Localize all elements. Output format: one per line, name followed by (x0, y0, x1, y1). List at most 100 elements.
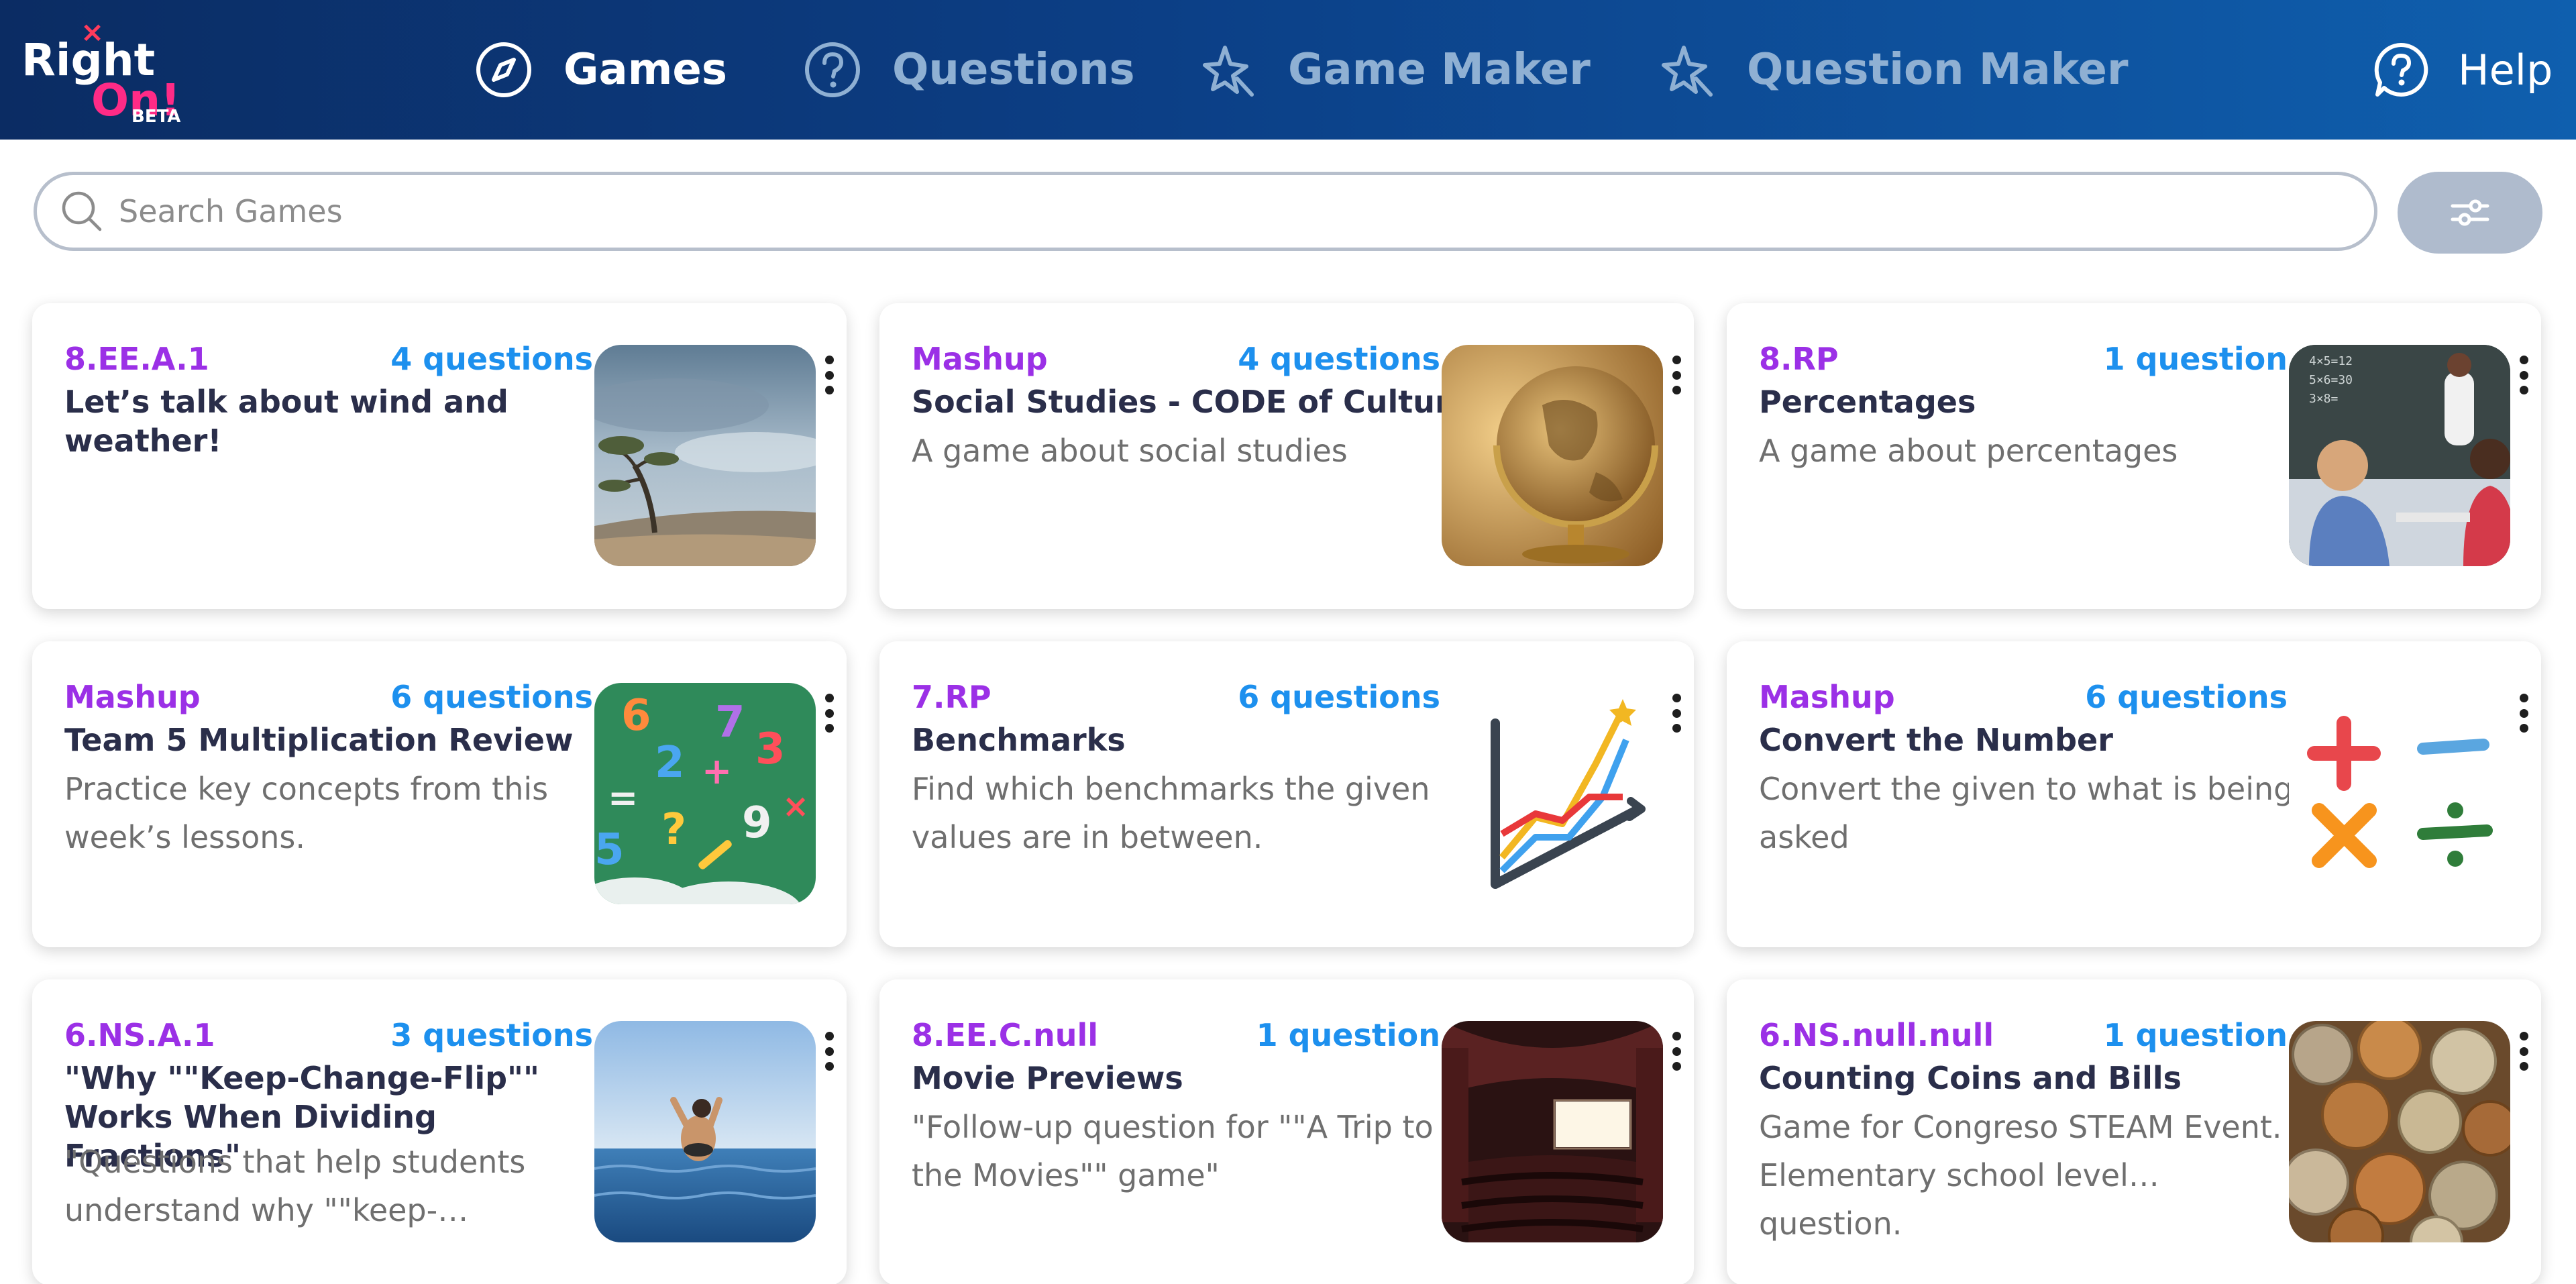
game-description: A game about percentages (1759, 433, 2178, 469)
magic-star-icon (1662, 46, 1713, 97)
help-bubble-icon (2374, 42, 2428, 97)
more-options-icon[interactable] (2516, 694, 2532, 733)
coins-image (2289, 1021, 2510, 1242)
game-card[interactable]: 8.RP 1 question Percentages A game about… (1727, 303, 2541, 609)
svg-text:×: × (782, 788, 809, 825)
game-card[interactable]: 8.EE.C.null 1 question Movie Previews "F… (879, 979, 1694, 1284)
search-icon (62, 191, 102, 231)
movie-theater-image (1442, 1021, 1663, 1242)
game-thumbnail (594, 1021, 816, 1242)
game-card[interactable]: Mashup 6 questions Team 5 Multiplication… (32, 641, 847, 947)
magic-star-icon (1203, 46, 1254, 97)
game-standard-code: Mashup (1759, 679, 1895, 715)
game-description: Practice key concepts from this week’s l… (64, 771, 549, 855)
game-description: Convert the given to what is being asked (1759, 771, 2294, 855)
rightOn-logo[interactable]: × Right On! BETA (19, 15, 193, 129)
game-card[interactable]: 7.RP 6 questions Benchmarks Find which b… (879, 641, 1694, 947)
svg-text:5×6=30: 5×6=30 (2309, 373, 2353, 387)
game-description: Find which benchmarks the given values a… (912, 771, 1430, 855)
game-thumbnail: 4×5=12 5×6=30 3×8= (2289, 345, 2510, 566)
svg-text:2: 2 (655, 738, 685, 788)
line-chart-icon (1442, 683, 1663, 904)
search-bar[interactable] (34, 172, 2377, 251)
game-thumbnail (1442, 345, 1663, 566)
nav-questions-label: Questions (892, 45, 1135, 95)
more-options-icon[interactable] (1668, 356, 1684, 394)
svg-text:4×5=12: 4×5=12 (2309, 354, 2353, 368)
game-title: Team 5 Multiplication Review (64, 722, 574, 758)
game-thumbnail (1442, 1021, 1663, 1242)
game-description: "Questions that help students understand… (64, 1144, 526, 1228)
game-card[interactable]: 6.NS.A.1 3 questions "Why ""Keep-Change-… (32, 979, 847, 1284)
game-description: A game about social studies (912, 433, 1348, 469)
nav-questions[interactable]: Questions (802, 38, 1135, 102)
svg-text:=: = (608, 777, 638, 819)
game-thumbnail (594, 345, 816, 566)
games-grid: 8.EE.A.1 4 questions Let’s talk about wi… (32, 303, 2544, 1284)
math-chalkboard-image: 6 7 3 2 + = ? 9 5 × (594, 683, 816, 904)
question-count: 3 questions (390, 1017, 593, 1053)
nav-game-maker-label: Game Maker (1288, 45, 1591, 95)
nav-question-maker[interactable]: Question Maker (1657, 38, 2129, 102)
sliders-icon (2451, 199, 2489, 226)
game-thumbnail: 6 7 3 2 + = ? 9 5 × (594, 683, 816, 904)
compass-icon (476, 42, 531, 97)
question-count: 6 questions (1238, 679, 1440, 715)
globe-image (1442, 345, 1663, 566)
svg-text:6: 6 (621, 691, 651, 741)
windswept-tree-image (594, 345, 816, 566)
game-card[interactable]: 6.NS.null.null 1 question Counting Coins… (1727, 979, 2541, 1284)
search-input[interactable] (119, 193, 2265, 229)
nav-question-maker-label: Question Maker (1747, 45, 2129, 95)
more-options-icon[interactable] (1668, 1032, 1684, 1071)
game-thumbnail (2289, 1021, 2510, 1242)
svg-text:3: 3 (755, 725, 786, 774)
more-options-icon[interactable] (821, 1032, 837, 1071)
svg-text:9: 9 (742, 798, 772, 848)
nav-help[interactable]: Help (2371, 38, 2553, 102)
game-standard-code: Mashup (64, 679, 201, 715)
game-title: Social Studies - CODE of Culture (912, 384, 1471, 420)
math-operators-icon (2289, 683, 2510, 904)
game-title: Movie Previews (912, 1060, 1183, 1096)
nav-game-maker[interactable]: Game Maker (1198, 38, 1591, 102)
game-standard-code: 7.RP (912, 679, 991, 715)
question-count: 4 questions (1238, 341, 1440, 377)
game-standard-code: 8.EE.C.null (912, 1017, 1099, 1053)
svg-text:3×8=: 3×8= (2309, 392, 2339, 406)
more-options-icon[interactable] (2516, 356, 2532, 394)
game-standard-code: 8.RP (1759, 341, 1839, 377)
game-title: Percentages (1759, 384, 1976, 420)
nav-games[interactable]: Games (474, 38, 727, 102)
ocean-jump-image (594, 1021, 816, 1242)
question-count: 1 question (1256, 1017, 1440, 1053)
game-card[interactable]: Mashup 6 questions Convert the Number Co… (1727, 641, 2541, 947)
game-card[interactable]: Mashup 4 questions Social Studies - CODE… (879, 303, 1694, 609)
question-count: 6 questions (390, 679, 593, 715)
svg-text:5: 5 (594, 825, 625, 875)
filter-button[interactable] (2398, 172, 2542, 254)
more-options-icon[interactable] (821, 694, 837, 733)
game-title: Benchmarks (912, 722, 1126, 758)
classroom-image: 4×5=12 5×6=30 3×8= (2289, 345, 2510, 566)
svg-text:7: 7 (715, 698, 745, 747)
question-count: 4 questions (390, 341, 593, 377)
svg-text:BETA: BETA (131, 107, 180, 127)
top-nav-bar: × Right On! BETA Games Questions Game Ma… (0, 0, 2576, 140)
question-count: 1 question (2103, 341, 2288, 377)
question-circle-icon (805, 42, 860, 97)
svg-text:+: + (702, 750, 732, 792)
game-description: Game for Congreso STEAM Event. Elementar… (1759, 1109, 2282, 1242)
game-standard-code: 6.NS.null.null (1759, 1017, 1994, 1053)
game-thumbnail (2289, 683, 2510, 904)
game-standard-code: 8.EE.A.1 (64, 341, 209, 377)
question-count: 1 question (2103, 1017, 2288, 1053)
game-title: Counting Coins and Bills (1759, 1060, 2182, 1096)
more-options-icon[interactable] (1668, 694, 1684, 733)
more-options-icon[interactable] (821, 356, 837, 394)
game-title: Let’s talk about wind and weather! (64, 384, 508, 459)
game-title: Convert the Number (1759, 722, 2113, 758)
game-card[interactable]: 8.EE.A.1 4 questions Let’s talk about wi… (32, 303, 847, 609)
more-options-icon[interactable] (2516, 1032, 2532, 1071)
nav-games-label: Games (564, 45, 727, 95)
